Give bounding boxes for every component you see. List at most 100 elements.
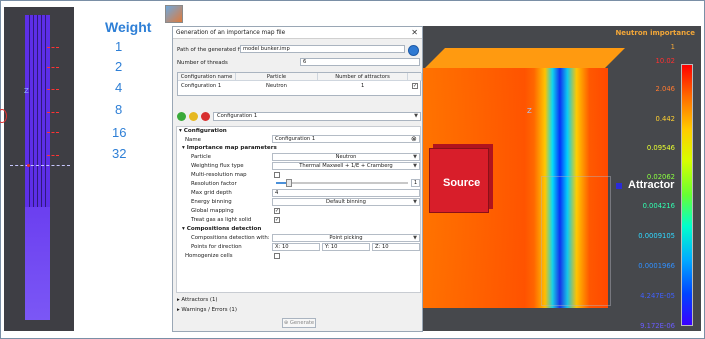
table-header-name: Configuration name: [178, 73, 236, 81]
name-label: Name: [185, 137, 201, 143]
clear-icon[interactable]: ⊗: [411, 135, 417, 143]
name-value: Configuration 1: [275, 136, 316, 142]
colorbar-value: 4.247E-05: [640, 292, 675, 300]
screenshot-root: Z Weight 1 2 4 8 16 32 Generation of an …: [0, 0, 705, 339]
configuration-select[interactable]: Configuration 1 ▼: [213, 112, 421, 121]
cube-top-face: [425, 48, 625, 68]
generate-button-label: Generate: [289, 320, 315, 326]
colorbar-value: 9.172E-06: [640, 322, 675, 330]
pointer-line-8: [47, 112, 59, 113]
maxgrid-input[interactable]: 4: [272, 189, 420, 197]
points-y-input[interactable]: Y: 10: [322, 243, 370, 251]
homogenize-label: Homogenize cells: [185, 253, 233, 259]
colorbar-value: 0.02062: [646, 173, 675, 181]
importance-3d-view[interactable]: Source Attractor Z Neutron importance 11…: [423, 26, 701, 331]
table-cell-name[interactable]: Configuration 1: [181, 82, 221, 90]
colorbar-value: 0.004216: [642, 202, 675, 210]
importance-section[interactable]: ▾ Importance map parameters: [182, 145, 277, 151]
table-header-particle: Particle: [236, 73, 318, 81]
browse-button[interactable]: [408, 45, 419, 56]
source-label: Source: [443, 177, 481, 189]
attractors-row[interactable]: ▸ Attractors (1): [177, 297, 218, 303]
axis-dashed-line: [10, 165, 70, 166]
path-label: Path of the generated file: [177, 47, 246, 53]
comp-detect-value: Point picking: [329, 235, 363, 241]
chevron-down-icon: ▼: [413, 154, 417, 160]
chevron-down-icon: ▼: [413, 235, 417, 241]
threads-input[interactable]: 6: [300, 58, 420, 66]
weight-label-2: 2: [115, 59, 123, 74]
weight-label-8: 8: [115, 102, 123, 117]
colorbar-value: 0.0001966: [638, 262, 675, 270]
chevron-down-icon: ▼: [413, 163, 417, 169]
treat-checkbox[interactable]: ✓: [274, 217, 280, 223]
compositions-section-label: Compositions detection: [186, 226, 262, 232]
attractors-row-label: Attractors (1): [181, 297, 218, 303]
axis-z-label: Z: [24, 87, 29, 95]
add-config-icon[interactable]: [177, 112, 186, 121]
points-x-input[interactable]: X: 10: [272, 243, 320, 251]
global-checkbox[interactable]: ✓: [274, 208, 280, 214]
generate-button[interactable]: ⊕ Generate: [282, 318, 316, 328]
configuration-section[interactable]: ▾ Configuration: [179, 128, 227, 134]
table-header-blank: [408, 73, 422, 81]
treat-label: Treat gas as light solid: [191, 217, 252, 223]
threads-label: Number of threads: [177, 60, 228, 66]
resolution-label: Resolution factor: [191, 181, 237, 187]
compositions-section[interactable]: ▾ Compositions detection: [182, 226, 261, 232]
attractor-marker[interactable]: [616, 183, 622, 189]
flux-select[interactable]: Thermal Maxwell + 1/E + Cramberg ▼: [272, 162, 420, 170]
colorbar-value: 10.02: [655, 57, 675, 65]
dialog-titlebar: Generation of an importance map file ✕: [173, 27, 422, 39]
axis-z-label: Z: [527, 107, 532, 115]
comp-detect-label: Compositions detection with:: [191, 235, 270, 241]
colorbar-value: 0.0009105: [638, 232, 675, 240]
close-icon[interactable]: ✕: [411, 28, 418, 37]
origin-marker: [27, 164, 30, 167]
resolution-value[interactable]: 1: [411, 179, 420, 187]
pointer-line-2: [47, 67, 59, 68]
multires-label: Multi-resolution map: [191, 172, 247, 178]
table-row-checkbox[interactable]: ✓: [412, 83, 418, 89]
geometry-view-left: Z: [4, 7, 74, 331]
particle-select[interactable]: Neutron ▼: [272, 153, 420, 161]
pointer-line-4: [47, 89, 59, 90]
warnings-row[interactable]: ▸ Warnings / Errors (1): [177, 307, 237, 313]
path-input[interactable]: model bunker.imp: [240, 45, 405, 53]
resolution-slider[interactable]: [276, 179, 408, 187]
edit-config-icon[interactable]: [189, 112, 198, 121]
configuration-select-value: Configuration 1: [217, 113, 258, 119]
pointer-line-16: [47, 132, 59, 133]
colorbar-value: 0.442: [655, 115, 675, 123]
points-z-input[interactable]: Z: 10: [372, 243, 420, 251]
energy-select[interactable]: Default binning ▼: [272, 198, 420, 206]
resolution-slider-thumb[interactable]: [286, 179, 293, 187]
importance-map-dialog: Generation of an importance map file ✕ P…: [172, 26, 423, 332]
comp-detect-select[interactable]: Point picking ▼: [272, 234, 420, 242]
table-header-attractors: Number of attractors: [318, 73, 408, 81]
weight-label-1: 1: [115, 39, 123, 54]
particle-label: Particle: [191, 154, 211, 160]
points-label: Points for direction: [191, 244, 242, 250]
chevron-down-icon: ▼: [414, 113, 418, 119]
weight-label-4: 4: [115, 80, 123, 95]
table-cell-particle: Neutron: [266, 83, 287, 89]
colorbar-value: 0.09546: [646, 144, 675, 152]
maxgrid-label: Max grid depth: [191, 190, 232, 196]
application-icon: [165, 5, 183, 23]
configuration-section-label: Configuration: [183, 128, 227, 134]
colorbar-title: Neutron importance: [615, 29, 695, 37]
table-cell-attractors: 1: [361, 83, 365, 89]
name-input[interactable]: Configuration 1: [272, 135, 420, 143]
warnings-row-label: Warnings / Errors (1): [181, 307, 237, 313]
particle-value: Neutron: [335, 154, 357, 160]
weight-title: Weight: [105, 19, 152, 35]
dialog-title: Generation of an importance map file: [176, 30, 286, 36]
delete-config-icon[interactable]: [201, 112, 210, 121]
homogenize-checkbox[interactable]: [274, 253, 280, 259]
colorbar-value: 1: [670, 43, 675, 51]
properties-grid: ▾ Configuration Name Configuration 1 ⊗ ▾…: [176, 126, 421, 293]
global-label: Global mapping: [191, 208, 234, 214]
multires-checkbox[interactable]: [274, 172, 280, 178]
wireframe-box: [541, 176, 611, 306]
